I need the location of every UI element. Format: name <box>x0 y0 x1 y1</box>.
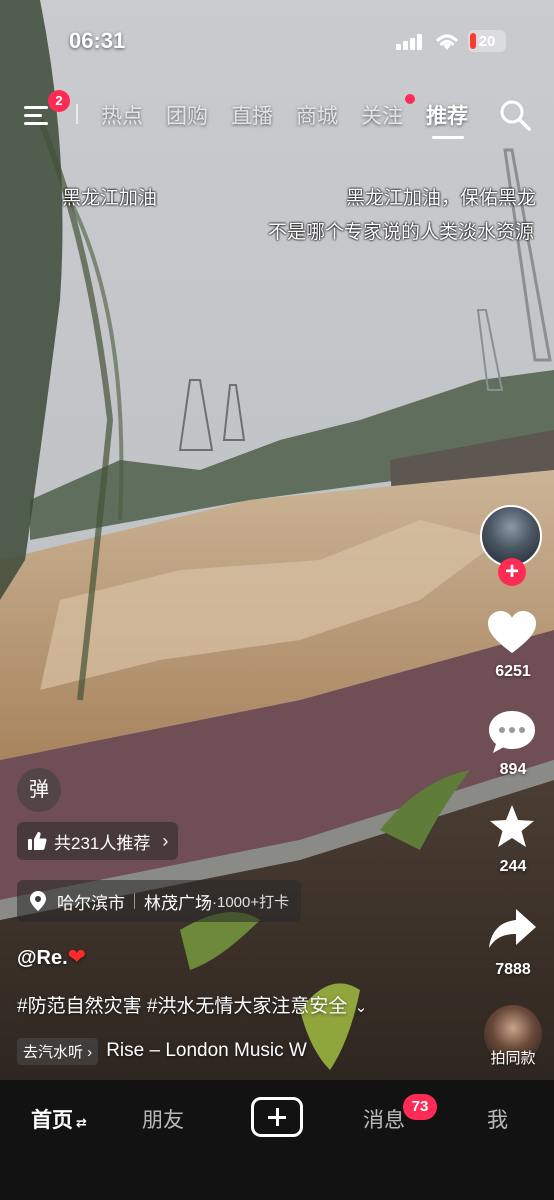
menu-badge: 2 <box>48 90 70 112</box>
heart-icon[interactable] <box>486 609 538 657</box>
status-bar: 06:31 20 <box>0 0 554 80</box>
music-source-tag[interactable]: 去汽水听 › <box>17 1037 99 1065</box>
share-icon[interactable] <box>486 905 538 953</box>
nav-friends[interactable]: 朋友 <box>142 1104 184 1134</box>
cellular-signal-icon <box>396 34 422 50</box>
following-notification-dot <box>405 94 415 104</box>
music-row[interactable]: 去汽水听 › Rise – London Music W <box>17 1037 307 1065</box>
star-icon[interactable] <box>486 803 538 851</box>
music-title: Rise – London Music W <box>106 1040 307 1061</box>
danmu-comment: 不是哪个专家说的人类淡水资源 <box>268 222 535 243</box>
search-icon[interactable] <box>498 98 532 132</box>
active-tab-indicator <box>432 136 464 139</box>
create-post-button[interactable] <box>251 1097 303 1137</box>
recommend-text: 共231人推荐 <box>54 833 151 853</box>
author-name: @Re. <box>17 947 68 969</box>
tab-group-buy[interactable]: 团购 <box>166 100 208 130</box>
nav-divider <box>76 104 78 124</box>
nav-messages[interactable]: 消息 <box>363 1104 405 1134</box>
follow-button[interactable]: + <box>498 558 526 586</box>
chevron-right-icon: › <box>162 830 169 851</box>
top-nav: 2 热点 团购 直播 商城 关注 推荐 <box>0 90 554 139</box>
thumbs-up-icon <box>28 832 47 850</box>
caption-text: #防范自然灾害 #洪水无情大家注意安全 <box>17 996 348 1017</box>
status-time: 06:31 <box>69 28 126 53</box>
paitong-label: 拍同款 <box>490 1050 536 1067</box>
favorite-count: 244 <box>499 858 527 875</box>
location-pill[interactable]: 哈尔滨市 林茂广场 ·1000+打卡 <box>17 880 302 922</box>
wifi-icon <box>436 34 458 50</box>
location-divider <box>134 893 135 909</box>
messages-badge: 73 <box>403 1094 437 1120</box>
recommend-pill[interactable]: 共231人推荐 › <box>17 822 179 860</box>
comment-count: 894 <box>499 761 527 778</box>
chevron-down-icon: ⌄ <box>354 999 368 1016</box>
location-place: 林茂广场 <box>144 893 212 913</box>
location-pin-icon <box>30 891 46 911</box>
comment-icon[interactable] <box>486 708 538 756</box>
like-count: 6251 <box>495 663 531 680</box>
tab-recommend[interactable]: 推荐 <box>426 100 468 130</box>
swap-icon: ⇄ <box>76 1115 87 1130</box>
battery-level: 20 <box>478 32 496 50</box>
location-checkins: ·1000+打卡 <box>212 893 290 911</box>
nav-me[interactable]: 我 <box>487 1104 508 1134</box>
nav-home-label: 首页 <box>31 1109 73 1132</box>
menu-button[interactable] <box>22 100 52 130</box>
bottom-nav: 首页 ⇄ 朋友 消息 73 我 <box>0 1080 554 1200</box>
author-handle[interactable]: @Re.❤ <box>17 944 86 970</box>
tab-mall[interactable]: 商城 <box>296 100 338 130</box>
danmu-comment: 黑龙江加油 <box>62 188 158 209</box>
tab-live[interactable]: 直播 <box>231 100 273 130</box>
danmu-comment: 黑龙江加油，保佑黑龙 <box>346 188 537 209</box>
red-heart-icon: ❤ <box>67 944 87 969</box>
location-city: 哈尔滨市 <box>57 893 125 913</box>
battery-indicator: 20 <box>468 30 506 52</box>
tab-hot[interactable]: 热点 <box>101 100 143 130</box>
tab-following[interactable]: 关注 <box>361 100 403 130</box>
share-count: 7888 <box>495 961 531 978</box>
danmu-toggle-button[interactable]: 弹 <box>17 768 61 812</box>
menu-icon <box>24 106 48 109</box>
nav-home[interactable]: 首页 ⇄ <box>31 1104 87 1134</box>
video-caption[interactable]: #防范自然灾害 #洪水无情大家注意安全 ⌄ <box>17 991 367 1018</box>
